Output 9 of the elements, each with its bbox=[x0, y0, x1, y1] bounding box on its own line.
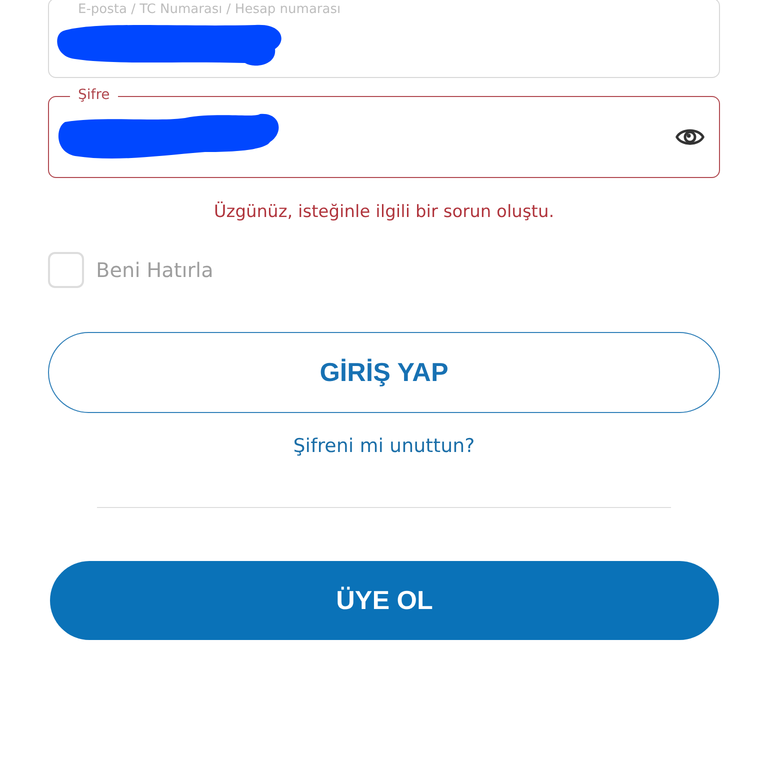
forgot-password-link[interactable]: Şifreni mi unuttun? bbox=[293, 435, 475, 457]
field-label: Şifre bbox=[70, 87, 118, 103]
field-label: E-posta / TC Numarası / Hesap numarası bbox=[77, 2, 342, 18]
register-button[interactable]: ÜYE OL bbox=[50, 561, 719, 640]
checkbox-label: Beni Hatırla bbox=[96, 258, 214, 282]
error-message: Üzgünüz, isteğinle ilgili bir sorun oluştu. bbox=[212, 202, 556, 222]
login-button[interactable]: GİRİŞ YAP bbox=[48, 332, 720, 413]
checkbox[interactable] bbox=[48, 252, 84, 288]
text-field[interactable] bbox=[48, 0, 720, 78]
